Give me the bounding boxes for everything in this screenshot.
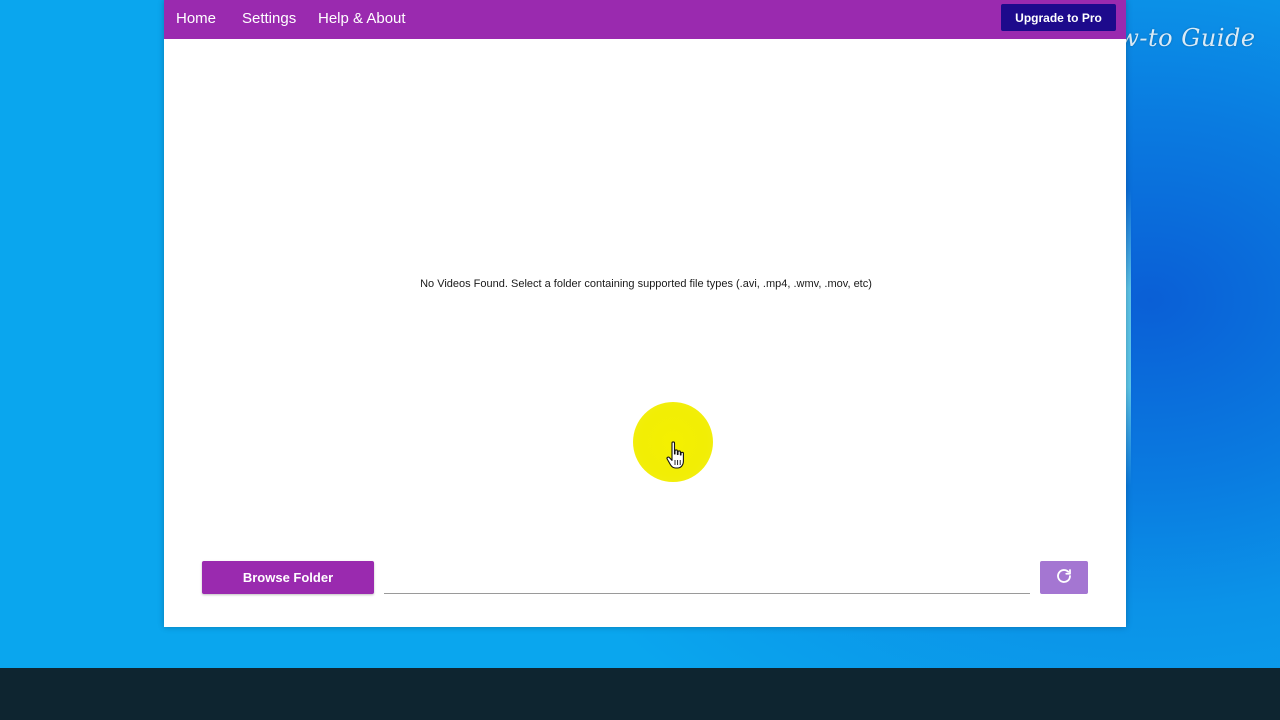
window-edge-glow bbox=[1126, 190, 1131, 486]
nav-home[interactable]: Home bbox=[176, 10, 216, 27]
upgrade-to-pro-button[interactable]: Upgrade to Pro bbox=[1001, 4, 1116, 31]
top-nav-bar: Home Settings Help & About Upgrade to Pr… bbox=[164, 0, 1126, 39]
empty-state-message: No Videos Found. Select a folder contain… bbox=[420, 278, 872, 290]
refresh-icon bbox=[1055, 567, 1073, 588]
taskbar bbox=[0, 668, 1280, 720]
nav-help-about[interactable]: Help & About bbox=[318, 10, 406, 27]
refresh-button[interactable] bbox=[1040, 561, 1088, 594]
app-window: Home Settings Help & About Upgrade to Pr… bbox=[164, 0, 1126, 627]
folder-path-input[interactable] bbox=[384, 562, 1030, 594]
hand-pointer-icon bbox=[664, 440, 692, 470]
browse-folder-button[interactable]: Browse Folder bbox=[202, 561, 374, 594]
nav-settings[interactable]: Settings bbox=[242, 10, 296, 27]
